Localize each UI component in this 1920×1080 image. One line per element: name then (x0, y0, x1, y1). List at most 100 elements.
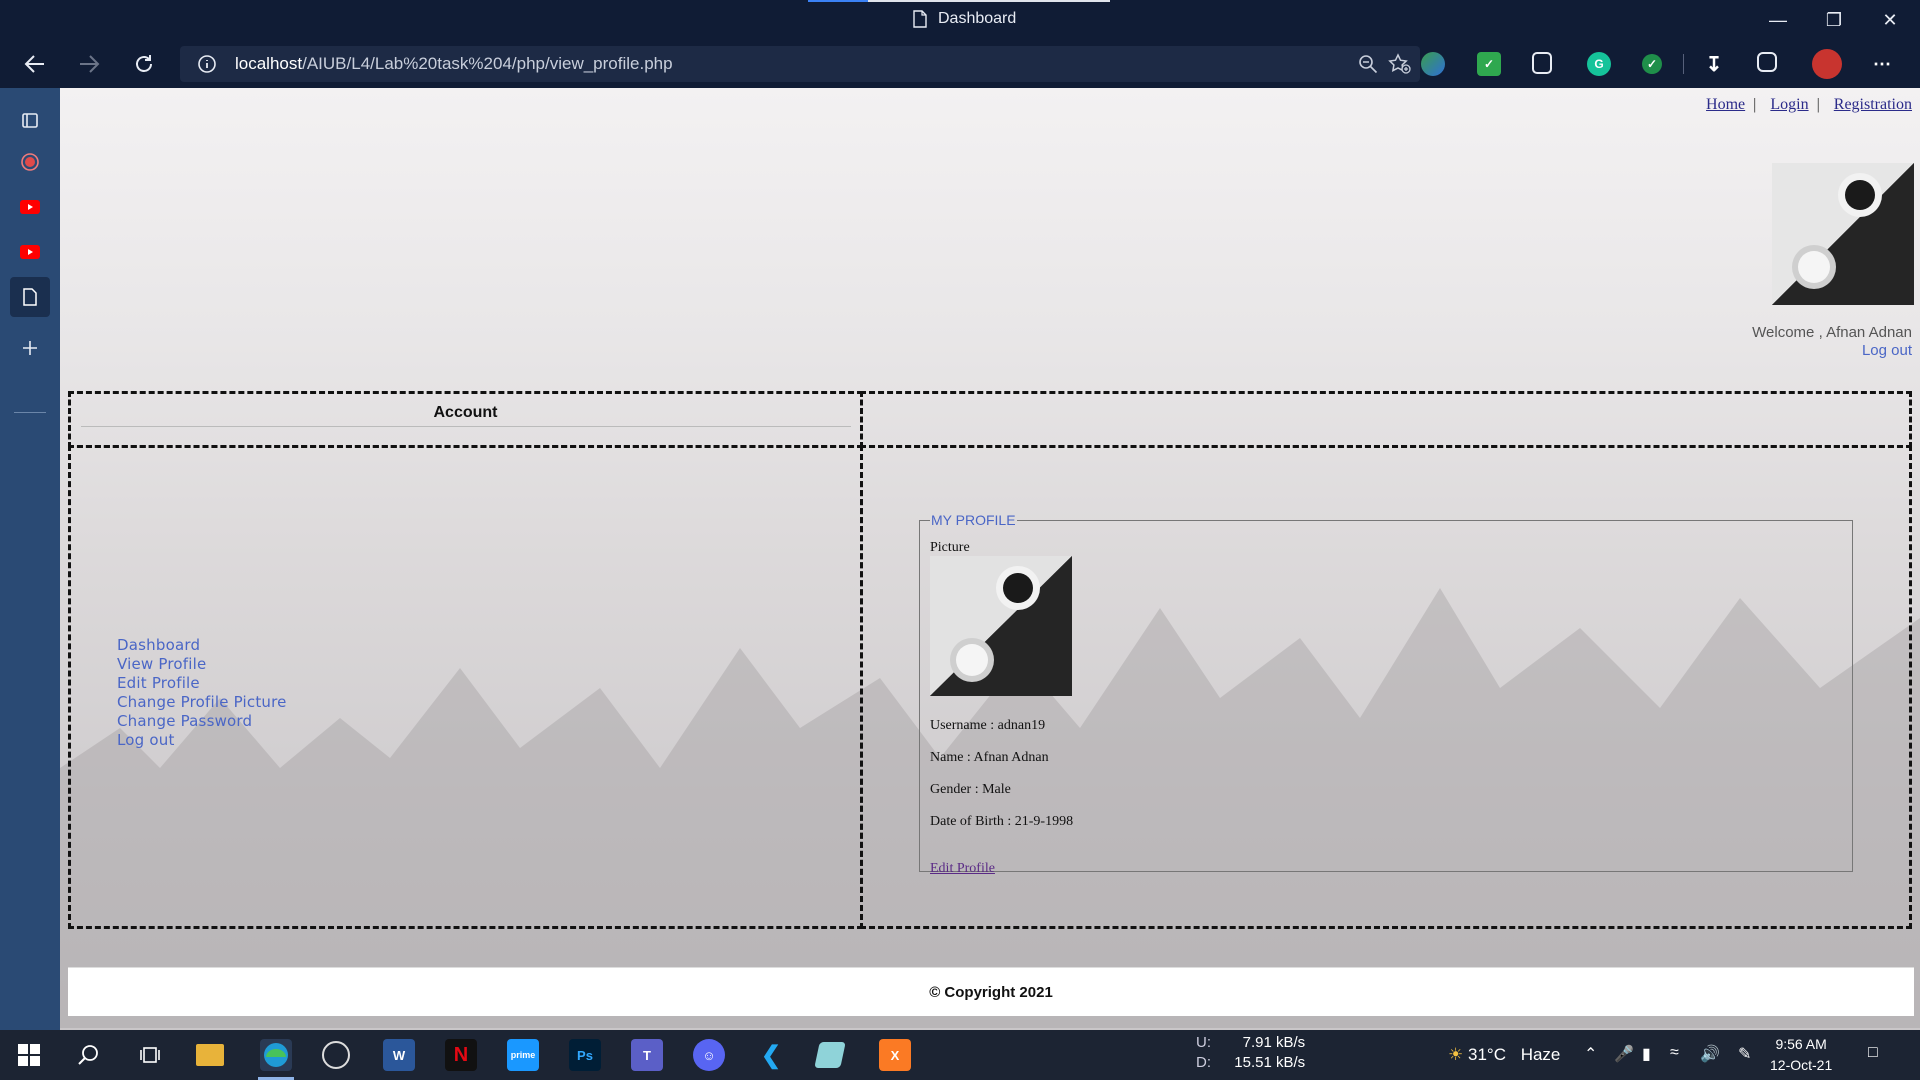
tab-indicator (808, 0, 1110, 2)
menu-cell: Dashboard View Profile Edit Profile Chan… (68, 445, 863, 929)
account-title: Account (433, 404, 498, 421)
menu-logout-link[interactable]: Log out (117, 731, 287, 750)
search-icon[interactable] (73, 1039, 105, 1071)
copyright-text: © Copyright 2021 (929, 983, 1053, 1001)
welcome-block: Welcome , Afnan Adnan Log out (1752, 324, 1912, 360)
my-profile-legend: MY PROFILE (931, 512, 1016, 528)
record-tab-icon[interactable] (10, 142, 50, 182)
notepad-icon[interactable] (814, 1042, 846, 1068)
profile-picture (930, 556, 1072, 696)
menu-dashboard-link[interactable]: Dashboard (117, 636, 287, 655)
welcome-text: Welcome , Afnan Adnan (1752, 324, 1912, 341)
account-divider (81, 426, 851, 427)
obs-icon[interactable] (322, 1041, 350, 1069)
security-extension-icon[interactable]: ✓ (1642, 54, 1662, 74)
account-menu: Dashboard View Profile Edit Profile Chan… (117, 636, 287, 750)
window-title-text: Dashboard (938, 10, 1017, 27)
adblock-extension-icon[interactable] (1532, 52, 1552, 74)
xampp-icon[interactable]: X (879, 1039, 911, 1071)
my-profile-fieldset: MY PROFILE Picture Username : adnan19 Na… (919, 512, 1853, 876)
zoom-icon[interactable] (1358, 54, 1378, 79)
user-avatar (1772, 163, 1914, 305)
teams-icon[interactable]: T (631, 1039, 663, 1071)
microphone-icon[interactable]: 🎤 (1614, 1044, 1634, 1064)
show-hidden-icons[interactable]: ⌃ (1584, 1044, 1597, 1064)
clock-time: 9:56 AM (1775, 1036, 1827, 1052)
top-nav-links: Home | Login | Registration (1706, 96, 1912, 114)
volume-icon[interactable]: 🔊 (1700, 1044, 1720, 1064)
network-speed: U: 7.91 kB/s D: 15.51 kB/s (1196, 1033, 1305, 1073)
url-path: /AIUB/L4/Lab%20task%204/php/view_profile… (302, 54, 673, 73)
weather-temp: 31°C (1467, 1045, 1506, 1064)
nav-separator: | (1753, 96, 1757, 113)
discord-icon[interactable]: ☺ (693, 1039, 725, 1071)
dob-text: Date of Birth : 21-9-1998 (930, 814, 1074, 829)
refresh-button[interactable] (127, 48, 161, 80)
window-title: Dashboard (912, 10, 1016, 28)
back-button[interactable] (18, 48, 52, 80)
tab-actions-icon[interactable] (10, 100, 50, 140)
pen-icon[interactable]: ✎ (1738, 1044, 1751, 1064)
dashboard-tab-icon[interactable] (10, 277, 50, 317)
edge-taskbar-icon[interactable] (260, 1039, 292, 1071)
new-tab-icon[interactable] (10, 328, 50, 368)
forward-arrow-icon (80, 55, 100, 73)
username-text: Username : adnan19 (930, 718, 1046, 733)
menu-change-picture-link[interactable]: Change Profile Picture (117, 693, 287, 712)
youtube-tab-icon-2[interactable] (10, 232, 50, 272)
netflix-icon[interactable]: N (445, 1039, 477, 1071)
back-arrow-icon (24, 55, 44, 73)
download-label: D: (1196, 1054, 1211, 1071)
collections-icon[interactable] (1757, 52, 1777, 72)
url-host: localhost (235, 54, 303, 73)
login-link[interactable]: Login (1770, 96, 1808, 113)
menu-change-password-link[interactable]: Change Password (117, 712, 287, 731)
registration-link[interactable]: Registration (1834, 96, 1912, 113)
url-text[interactable]: localhost/AIUB/L4/Lab%20task%204/php/vie… (235, 54, 673, 74)
youtube-tab-icon[interactable] (10, 187, 50, 227)
download-speed: 15.51 kB/s (1234, 1054, 1306, 1071)
word-icon[interactable]: W (383, 1039, 415, 1071)
add-favorite-icon[interactable] (1388, 53, 1412, 80)
menu-view-profile-link[interactable]: View Profile (117, 655, 287, 674)
site-info-icon[interactable] (198, 55, 216, 73)
menu-edit-profile-link[interactable]: Edit Profile (117, 674, 287, 693)
edit-profile-link[interactable]: Edit Profile (930, 861, 995, 877)
page-icon (913, 10, 927, 28)
notifications-icon[interactable]: □ (1868, 1044, 1878, 1062)
header-logout-link[interactable]: Log out (1752, 342, 1912, 360)
prime-video-icon[interactable]: prime (507, 1039, 539, 1071)
account-header-cell: Account (68, 391, 863, 448)
restore-button[interactable]: ❐ (1812, 6, 1856, 34)
shield-extension-icon[interactable]: ✓ (1477, 52, 1501, 76)
top-right-cell (860, 391, 1912, 448)
edge-extension-icon[interactable] (1421, 52, 1445, 76)
file-explorer-icon[interactable] (196, 1044, 224, 1066)
wifi-icon[interactable]: ≈ (1670, 1044, 1679, 1062)
refresh-icon (136, 55, 152, 72)
browser-sidebar (0, 88, 60, 1030)
clock-date: 12-Oct-21 (1770, 1057, 1833, 1073)
vscode-icon[interactable]: ❮ (755, 1039, 787, 1071)
name-text: Name : Afnan Adnan (930, 750, 1049, 765)
close-button[interactable]: ✕ (1868, 6, 1912, 34)
address-bar[interactable]: localhost/AIUB/L4/Lab%20task%204/php/vie… (180, 46, 1420, 82)
weather-desc: Haze (1520, 1045, 1561, 1064)
more-options-icon[interactable]: ⋯ (1870, 52, 1894, 76)
battery-icon[interactable]: ▮ (1642, 1044, 1651, 1064)
content-cell: MY PROFILE Picture Username : adnan19 Na… (860, 445, 1912, 929)
nav-separator: | (1816, 96, 1820, 113)
task-view-icon[interactable] (134, 1039, 166, 1071)
forward-button[interactable] (72, 48, 106, 80)
profile-avatar[interactable] (1812, 49, 1842, 79)
minimize-button[interactable]: — (1756, 6, 1800, 34)
browser-toolbar: localhost/AIUB/L4/Lab%20task%204/php/vie… (0, 40, 1920, 88)
windows-start-icon[interactable] (13, 1039, 45, 1071)
home-link[interactable]: Home (1706, 96, 1745, 113)
upload-label: U: (1196, 1034, 1211, 1051)
downloads-icon[interactable]: ↧ (1702, 52, 1726, 76)
system-clock[interactable]: 9:56 AM 12-Oct-21 (1770, 1034, 1832, 1076)
weather-widget[interactable]: ☀ 31°C Haze (1448, 1045, 1560, 1065)
grammarly-extension-icon[interactable]: G (1587, 52, 1611, 76)
photoshop-icon[interactable]: Ps (569, 1039, 601, 1071)
